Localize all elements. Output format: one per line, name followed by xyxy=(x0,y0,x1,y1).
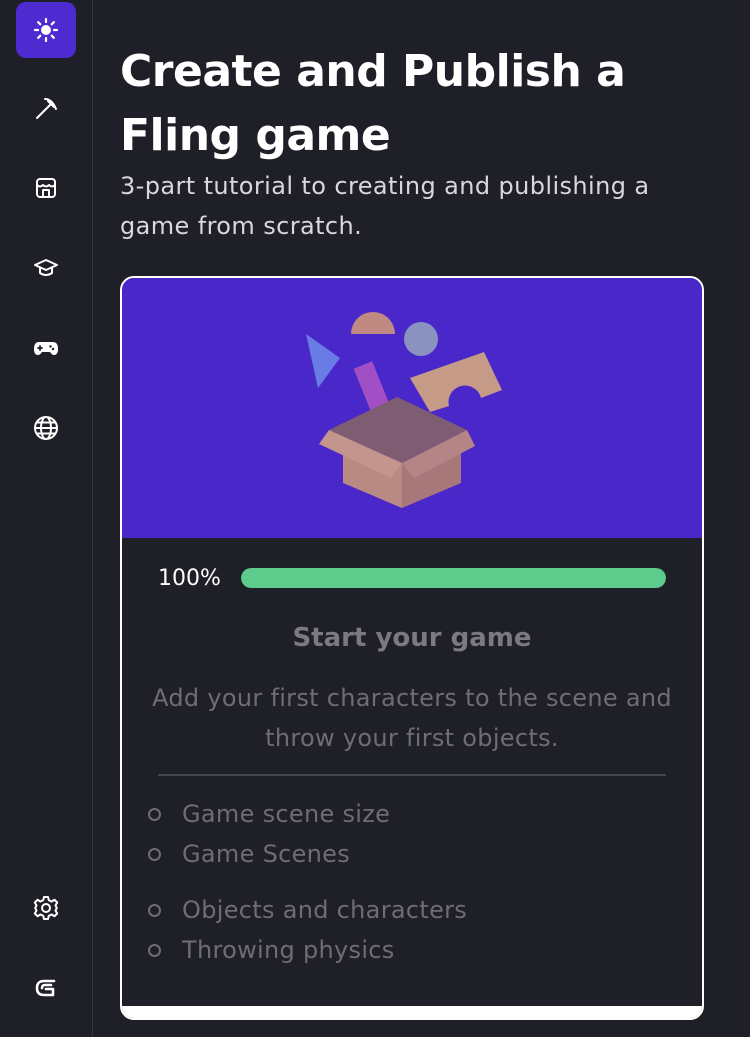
sidebar-item-play[interactable] xyxy=(16,320,76,376)
globe-icon xyxy=(34,416,58,440)
progress-bar-fill xyxy=(241,568,666,588)
sidebar-item-shop[interactable] xyxy=(16,160,76,216)
card-footer xyxy=(122,1006,702,1018)
progress-percentage: 100% xyxy=(158,566,221,591)
sidebar-item-build[interactable] xyxy=(16,80,76,136)
bullet-icon xyxy=(148,903,161,917)
list-item: Game Scenes xyxy=(148,834,648,874)
sidebar-item-home[interactable] xyxy=(16,2,76,58)
step-title: Start your game xyxy=(292,623,532,653)
step-description: Add your first characters to the scene a… xyxy=(152,684,672,752)
list-item: Game scene size xyxy=(148,794,648,834)
sun-icon xyxy=(33,17,59,43)
lesson-label: Game Scenes xyxy=(182,840,351,868)
bullet-icon xyxy=(148,943,161,957)
list-item: Objects and characters xyxy=(148,890,648,930)
store-icon xyxy=(36,178,56,198)
bullet-icon xyxy=(148,807,161,821)
sidebar-item-profile[interactable] xyxy=(16,960,76,1016)
sidebar-item-settings[interactable] xyxy=(16,880,76,936)
open-box-illustration xyxy=(306,312,502,508)
sidebar-item-learn[interactable] xyxy=(16,240,76,296)
lesson-label: Objects and characters xyxy=(182,896,468,924)
gdevelop-logo-icon xyxy=(35,979,56,997)
sidebar-item-community[interactable] xyxy=(16,400,76,456)
lesson-label: Throwing physics xyxy=(182,936,395,964)
page-subtitle: 3-part tutorial to creating and publishi… xyxy=(120,172,650,240)
divider xyxy=(158,774,666,776)
gear-icon xyxy=(33,896,59,920)
lesson-label: Game scene size xyxy=(182,800,391,828)
graduation-cap-icon xyxy=(34,259,58,276)
tutorial-card[interactable]: 100% Start your game Add your first char… xyxy=(120,276,704,1020)
page-title: Create and Publish a Fling game xyxy=(120,46,626,161)
lesson-list: Game scene size Game Scenes Objects and … xyxy=(148,794,648,970)
progress-bar xyxy=(241,568,666,588)
list-item: Throwing physics xyxy=(148,930,648,970)
pickaxe-icon xyxy=(36,98,57,119)
gamepad-icon xyxy=(34,342,58,355)
sidebar xyxy=(0,0,93,1037)
tutorial-card-image xyxy=(122,278,702,538)
bullet-icon xyxy=(148,847,161,861)
